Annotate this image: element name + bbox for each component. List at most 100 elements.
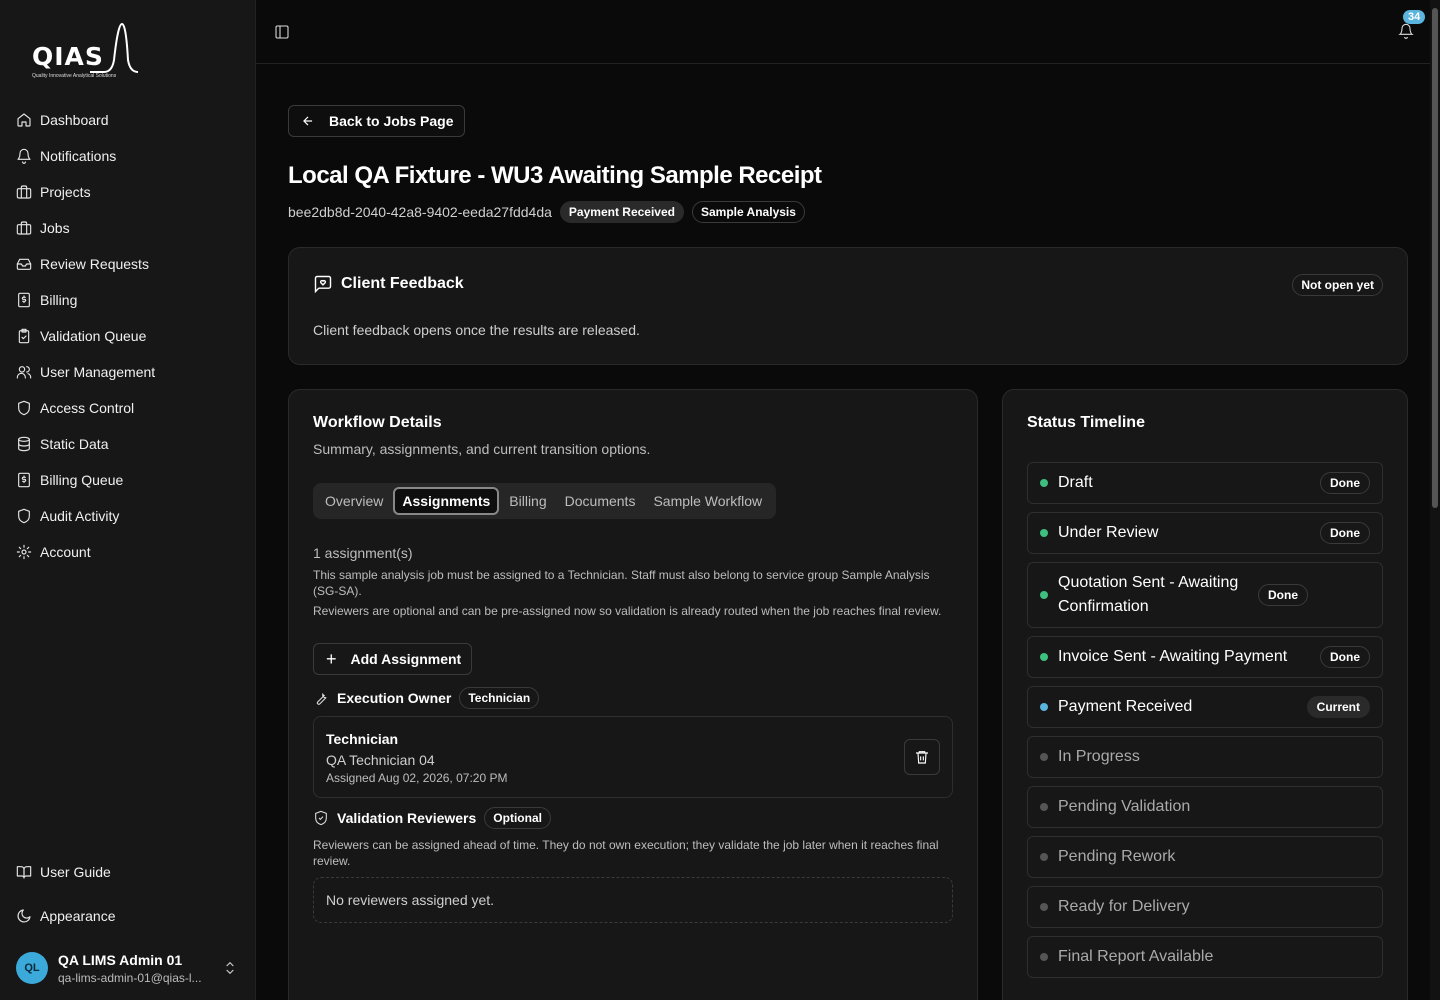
reviewers-empty-state: No reviewers assigned yet. [313,877,953,923]
brand-name: QIAS [32,42,104,71]
timeline-status-badge: Current [1306,696,1370,718]
clipboard-check-icon [16,328,32,344]
users-icon [16,364,32,380]
timeline-item-label: Payment Received [1058,698,1193,715]
validation-reviewers-header: Validation Reviewers Optional [313,807,551,829]
tab-sample-workflow[interactable]: Sample Workflow [645,487,770,515]
timeline-item-label: Quotation Sent - Awaiting Confirmation [1058,574,1239,615]
add-assignment-button[interactable]: + Add Assignment [313,643,473,675]
gear-icon [16,544,32,560]
feedback-text: Client feedback opens once the results a… [313,322,640,338]
status-timeline-card: Status Timeline Draft Done Under Review Don… [1002,389,1408,1000]
moon-icon [16,908,32,924]
sidebar-item-account[interactable]: Account [8,534,248,570]
reviewers-note: Reviewers can be assigned ahead of time.… [313,838,939,868]
user-menu[interactable]: QL QA LIMS Admin 01 qa-lims-admin-01@qia… [8,944,248,992]
home-icon [16,112,32,128]
remove-assignment-button[interactable] [904,739,940,775]
book-icon [16,864,32,880]
timeline-item: Under Review Done [1027,512,1383,554]
timeline-item: Ready for Delivery [1027,886,1383,928]
timeline-item: Pending Rework [1027,836,1383,878]
reviewer-note: Reviewers are optional and can be pre-as… [313,604,942,618]
timeline-item: Invoice Sent - Awaiting Payment Done [1027,636,1383,678]
brand-logo[interactable]: QIAS Quality Innovative Analytical Solut… [32,22,142,82]
sidebar-item-label: Audit Activity [40,508,120,524]
timeline-item: Quotation Sent - Awaiting Confirmation Do… [1027,562,1383,628]
receipt-icon [16,292,32,308]
page-scrollbar[interactable] [1430,0,1440,1000]
tab-overview[interactable]: Overview [317,487,391,515]
sidebar-toggle-icon[interactable] [274,24,290,40]
tab-documents[interactable]: Documents [557,487,644,515]
status-dot-icon [1040,853,1048,861]
notifications-bell-icon[interactable] [1398,23,1414,39]
plus-icon: + [326,648,337,669]
assignee-name: QA Technician 04 [326,752,435,768]
timeline-item: Pending Validation [1027,786,1383,828]
briefcase-icon [16,184,32,200]
owner-role-badge: Technician [459,687,540,709]
arrow-left-icon [303,116,313,126]
timeline-item-label: Pending Rework [1058,848,1176,865]
scrollbar-thumb[interactable] [1432,8,1438,508]
timeline-item: Payment Received Current [1027,686,1383,728]
timeline-item-label: Pending Validation [1058,798,1191,815]
sidebar-item-static-data[interactable]: Static Data [8,426,248,462]
shield-check-icon [315,810,327,826]
sidebar-item-billing[interactable]: Billing [8,282,248,318]
workflow-details-card: Workflow Details Summary, assignments, a… [288,389,978,1000]
status-dot-icon [1040,591,1048,599]
back-to-jobs-button[interactable]: Back to Jobs Page [288,105,465,137]
execution-owner-header: Execution Owner Technician [313,687,540,709]
job-type-badge: Sample Analysis [691,201,805,223]
timeline-item-label: Draft [1058,474,1093,491]
status-dot-icon [1040,653,1048,661]
sidebar-item-billing-queue[interactable]: Billing Queue [8,462,248,498]
user-email: qa-lims-admin-01@qias-l... [58,970,202,985]
sidebar-item-appearance[interactable]: Appearance [8,898,248,934]
status-dot-icon [1040,753,1048,761]
sidebar-item-projects[interactable]: Projects [8,174,248,210]
reviewers-optional-badge: Optional [484,807,551,829]
sidebar-footer-nav: User Guide Appearance [8,854,248,942]
sidebar-item-validation-queue[interactable]: Validation Queue [8,318,248,354]
sidebar-item-notifications[interactable]: Notifications [8,138,248,174]
workflow-title: Workflow Details [313,414,442,431]
timeline-status-badge: Done [1320,646,1370,668]
avatar: QL [16,952,48,984]
sidebar-item-label: Billing [40,292,78,308]
timeline-status-badge: Done [1320,522,1370,544]
tab-assignments[interactable]: Assignments [393,487,500,515]
workflow-tabs: Overview Assignments Billing Documents S… [313,483,777,519]
timeline-item: Final Report Available [1027,936,1383,978]
sidebar-item-audit-activity[interactable]: Audit Activity [8,498,248,534]
trash-icon [916,751,928,764]
notification-count-badge: 34 [1403,10,1426,24]
sidebar-item-access-control[interactable]: Access Control [8,390,248,426]
timeline-item: In Progress [1027,736,1383,778]
sidebar-item-jobs[interactable]: Jobs [8,210,248,246]
status-dot-icon [1040,479,1048,487]
message-square-heart-icon [314,275,332,294]
briefcase-icon [16,220,32,236]
sidebar-item-label: Appearance [40,908,116,924]
wrench-icon [316,692,327,705]
sidebar-item-review-requests[interactable]: Review Requests [8,246,248,282]
user-name: QA LIMS Admin 01 [58,951,183,968]
tab-billing[interactable]: Billing [501,487,554,515]
sidebar-item-label: Notifications [40,148,117,164]
status-dot-icon [1040,953,1048,961]
sidebar-nav: Dashboard Notifications Projects Jobs Re… [8,102,248,570]
sidebar-item-dashboard[interactable]: Dashboard [8,102,248,138]
page-title: Local QA Fixture - WU3 Awaiting Sample R… [288,162,822,189]
timeline-item-label: Invoice Sent - Awaiting Payment [1058,648,1288,665]
receipt-icon [16,472,32,488]
sidebar: QIAS Quality Innovative Analytical Solut… [0,0,256,1000]
assignment-note: This sample analysis job must be assigne… [313,568,930,598]
workflow-subtitle: Summary, assignments, and current transi… [313,441,651,457]
sidebar-item-user-management[interactable]: User Management [8,354,248,390]
sidebar-item-label: Access Control [40,400,135,416]
sidebar-item-user-guide[interactable]: User Guide [8,854,248,890]
feedback-title: Client Feedback [341,275,464,292]
